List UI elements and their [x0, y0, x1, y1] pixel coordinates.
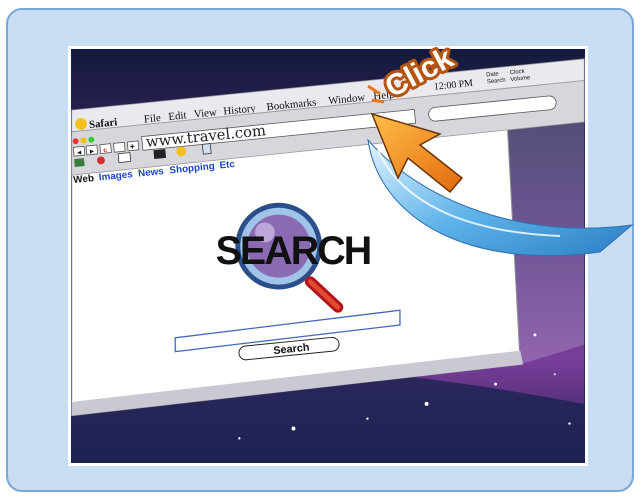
search-logo-text: SEARCH — [216, 229, 371, 273]
forward-arrow-icon: ► — [88, 148, 95, 156]
stop-button[interactable] — [113, 141, 126, 153]
home-icon[interactable] — [74, 158, 85, 167]
back-arrow-icon: ◄ — [76, 149, 83, 157]
camera-icon[interactable] — [153, 149, 167, 160]
category-etc[interactable]: Etc — [219, 159, 236, 172]
browser-window: Safari File Edit View History Bookmarks … — [71, 58, 585, 417]
mail-icon[interactable] — [117, 152, 132, 164]
desktop-screen: Safari File Edit View History Bookmarks … — [68, 46, 588, 466]
category-web[interactable]: Web — [73, 173, 95, 186]
document-icon[interactable] — [201, 143, 212, 155]
add-bookmark-icon: + — [129, 141, 135, 151]
